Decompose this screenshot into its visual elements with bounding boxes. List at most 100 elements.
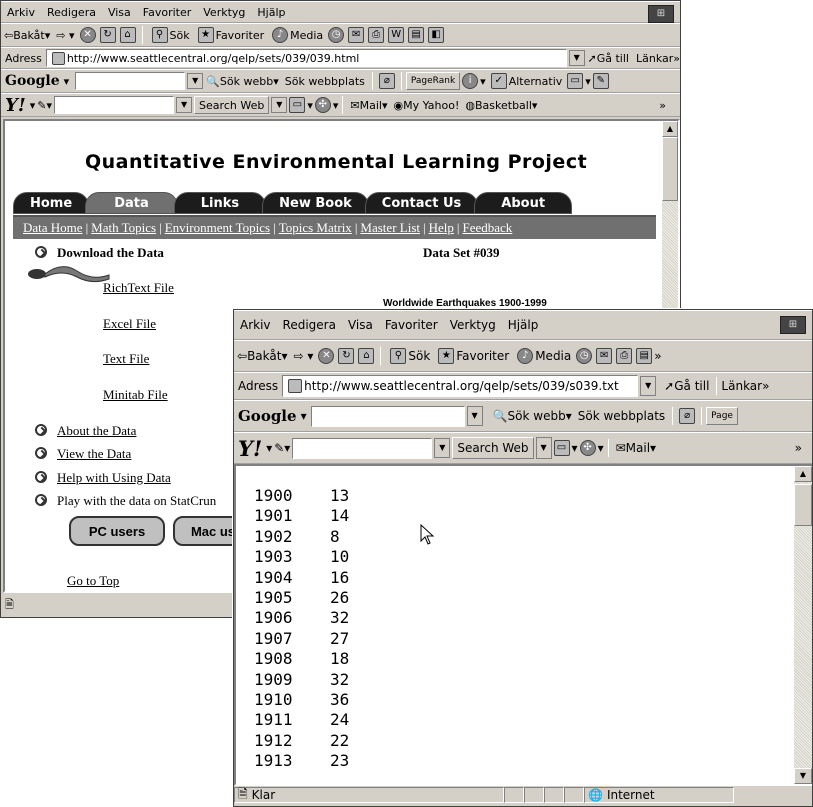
- edit-word-icon[interactable]: W: [388, 27, 405, 43]
- menu-redigera[interactable]: Redigera: [283, 318, 336, 332]
- search-button[interactable]: ⚲ Sök: [388, 348, 430, 364]
- toolbar-chevron-icon[interactable]: »: [659, 99, 666, 112]
- menu-visa[interactable]: Visa: [108, 6, 131, 19]
- tab-contact-us[interactable]: Contact Us: [364, 192, 479, 214]
- yahoo-search-options-icon[interactable]: ▼: [271, 97, 288, 113]
- address-input[interactable]: http://www.seattlecentral.org/qelp/sets/…: [282, 375, 639, 397]
- yahoo-search-options-icon[interactable]: ▼: [535, 437, 552, 459]
- popup-blocker-icon[interactable]: ▭: [289, 97, 306, 113]
- scroll-down-icon[interactable]: ▼: [794, 768, 812, 784]
- google-search-web-button[interactable]: 🔍 Sök webb ▾: [493, 409, 572, 423]
- back-button[interactable]: ⇦ Bakåt ▾: [237, 349, 287, 363]
- mail-menu-icon[interactable]: ✉: [348, 27, 365, 43]
- menu-verktyg[interactable]: Verktyg: [450, 318, 496, 332]
- favorites-button[interactable]: ★ Favoriter: [196, 27, 264, 43]
- google-search-web-button[interactable]: 🔍 Sök webb ▾: [206, 75, 279, 88]
- subnav-math-topics[interactable]: Math Topics: [91, 220, 156, 236]
- links-chevron-icon[interactable]: »: [762, 379, 769, 393]
- pencil-icon[interactable]: ✎: [592, 73, 609, 89]
- menu-hjalp[interactable]: Hjälp: [257, 6, 285, 19]
- scroll-thumb[interactable]: [662, 137, 678, 201]
- antispy-icon[interactable]: ✣: [314, 97, 331, 113]
- blocker-icon[interactable]: ⌀: [378, 73, 395, 89]
- options-button[interactable]: ✓ Alternativ: [489, 73, 562, 89]
- scroll-up-icon[interactable]: ▲: [794, 466, 812, 482]
- google-logo[interactable]: Google: [5, 73, 60, 89]
- subnav-help[interactable]: Help: [429, 220, 454, 236]
- refresh-icon[interactable]: ↻: [99, 27, 116, 43]
- basketball-button[interactable]: ◍ Basketball ▾: [465, 99, 537, 112]
- google-search-input[interactable]: [75, 72, 186, 90]
- address-input[interactable]: http://www.seattlecentral.org/qelp/sets/…: [45, 49, 567, 67]
- go-button[interactable]: ➚ Gå till: [664, 379, 709, 393]
- scroll-up-icon[interactable]: ▲: [662, 121, 678, 137]
- menu-hjalp[interactable]: Hjälp: [508, 318, 539, 332]
- minitab-file-link[interactable]: Minitab File: [103, 387, 168, 403]
- view-data-link[interactable]: View the Data: [57, 446, 131, 461]
- refresh-icon[interactable]: ↻: [338, 348, 355, 364]
- richtext-file-link[interactable]: RichText File: [103, 280, 174, 296]
- tab-about[interactable]: About: [474, 192, 573, 214]
- address-dropdown-icon[interactable]: ▼: [568, 50, 585, 66]
- menu-arkiv[interactable]: Arkiv: [7, 6, 35, 19]
- history-icon[interactable]: ◷: [328, 27, 345, 43]
- about-data-link[interactable]: About the Data: [57, 423, 136, 438]
- yahoo-search-input[interactable]: [54, 96, 175, 114]
- my-yahoo-button[interactable]: ◉ My Yahoo!: [393, 99, 459, 112]
- subnav-master-list[interactable]: Master List: [360, 220, 420, 236]
- text-file-link[interactable]: Text File: [103, 351, 149, 367]
- media-button[interactable]: ♪ Media: [515, 348, 571, 364]
- popup-blocker-icon[interactable]: ▭: [553, 440, 570, 456]
- home-icon[interactable]: ⌂: [119, 27, 136, 43]
- yahoo-search-input[interactable]: [292, 437, 433, 459]
- print-icon[interactable]: ⎙: [368, 27, 385, 43]
- links-label[interactable]: Länkar: [721, 379, 762, 393]
- subnav-topics-matrix[interactable]: Topics Matrix: [279, 220, 352, 236]
- menu-favoriter[interactable]: Favoriter: [143, 6, 191, 19]
- links-label[interactable]: Länkar: [636, 52, 673, 65]
- yahoo-logo[interactable]: Y!: [5, 95, 26, 116]
- help-data-link[interactable]: Help with Using Data: [57, 470, 171, 485]
- media-button[interactable]: ♪ Media: [270, 27, 323, 43]
- go-button[interactable]: ➚ Gå till: [588, 52, 629, 65]
- google-search-site-button[interactable]: Sök webbplats: [578, 409, 665, 423]
- tab-home[interactable]: Home: [13, 192, 90, 214]
- google-dropdown-icon[interactable]: ▼: [466, 406, 483, 426]
- tab-new-book[interactable]: New Book: [262, 192, 369, 214]
- yahoo-search-button[interactable]: Search Web: [452, 437, 534, 459]
- yahoo-search-button[interactable]: Search Web: [194, 96, 270, 114]
- back-button[interactable]: ⇦ Bakåt ▾: [4, 29, 50, 42]
- antispy-icon[interactable]: ✣: [579, 440, 596, 456]
- tab-data[interactable]: Data: [85, 192, 178, 214]
- search-button[interactable]: ⚲ Sök: [150, 27, 190, 43]
- tab-links[interactable]: Links: [173, 192, 267, 214]
- pencil-icon[interactable]: ✎▾: [274, 441, 290, 455]
- discuss-icon[interactable]: ▤: [408, 27, 425, 43]
- menu-favoriter[interactable]: Favoriter: [385, 318, 438, 332]
- print-icon[interactable]: ⎙: [616, 348, 633, 364]
- menu-visa[interactable]: Visa: [348, 318, 373, 332]
- pc-users-button[interactable]: PC users: [69, 516, 165, 546]
- forward-button[interactable]: ⇨ ▾: [293, 349, 313, 363]
- toolbar-chevron-icon[interactable]: »: [654, 349, 661, 363]
- toolbar-chevron-icon[interactable]: »: [795, 441, 802, 455]
- forward-button[interactable]: ⇨ ▾: [56, 29, 74, 42]
- subnav-environment-topics[interactable]: Environment Topics: [165, 220, 270, 236]
- yahoo-mail-button[interactable]: ✉ Mail ▾: [350, 99, 387, 112]
- menu-redigera[interactable]: Redigera: [47, 6, 96, 19]
- edit-icon[interactable]: ▤: [636, 348, 653, 364]
- yahoo-mail-button[interactable]: ✉ Mail ▾: [616, 441, 656, 455]
- subnav-data-home[interactable]: Data Home: [23, 220, 83, 236]
- favorites-button[interactable]: ★ Favoriter: [436, 348, 509, 364]
- google-search-site-button[interactable]: Sök webbplats: [285, 75, 365, 88]
- google-dropdown-icon[interactable]: ▼: [187, 73, 204, 89]
- pencil-icon[interactable]: ✎▾: [37, 99, 52, 112]
- menu-verktyg[interactable]: Verktyg: [203, 6, 245, 19]
- go-to-top-link[interactable]: Go to Top: [67, 573, 119, 589]
- excel-file-link[interactable]: Excel File: [103, 316, 156, 332]
- subnav-feedback[interactable]: Feedback: [463, 220, 513, 236]
- scroll-thumb[interactable]: [794, 484, 812, 526]
- yahoo-dropdown-icon[interactable]: ▼: [434, 438, 451, 458]
- yahoo-logo[interactable]: Y!: [238, 436, 262, 461]
- links-chevron-icon[interactable]: »: [673, 52, 680, 65]
